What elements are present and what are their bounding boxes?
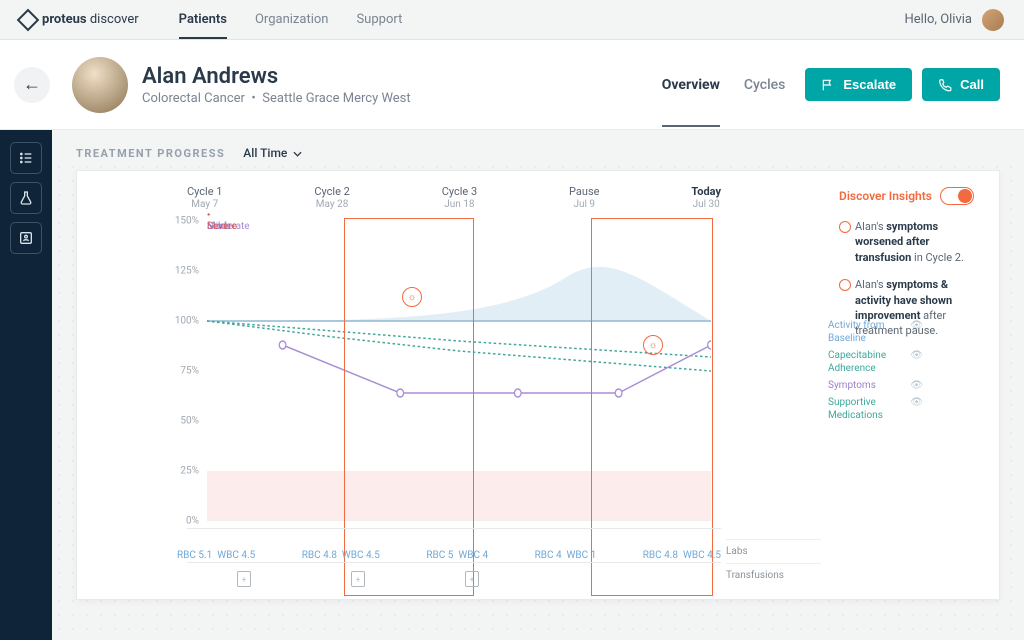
eye-icon[interactable]: 👁 (910, 349, 923, 362)
patient-title-block: Alan Andrews Colorectal Cancer • Seattle… (142, 64, 411, 106)
transfusion-row: + + + (237, 571, 681, 587)
labs-row: RBC 5.1 WBC 4.5 RBC 4.8 WBC 4.5 RBC 5 WB… (177, 550, 721, 561)
eye-icon[interactable]: 👁 (910, 379, 923, 392)
sidebar-item-labs[interactable] (10, 182, 42, 214)
escalate-button[interactable]: Escalate (805, 68, 912, 101)
header-actions: Escalate Call (805, 68, 1000, 101)
flag-icon (821, 78, 835, 92)
treatment-chart-card: Cycle 1May 7 Cycle 2May 28 Cycle 3Jun 18… (76, 170, 1000, 600)
insight-marker-icon[interactable]: ☼ (643, 335, 663, 355)
patient-avatar (72, 57, 128, 113)
chart-svg (207, 221, 711, 521)
insight-item: Alan's symptoms worsened after transfusi… (839, 219, 985, 265)
chart-area: Cycle 1May 7 Cycle 2May 28 Cycle 3Jun 18… (77, 171, 831, 599)
plot-region: 150% 125% 100% 75% 50% 25% 0% • None • M… (97, 221, 821, 521)
brand-logo: proteus discover (20, 12, 139, 28)
insights-title: Discover Insights (839, 189, 932, 203)
eye-icon[interactable]: 👁 (910, 396, 923, 409)
sidebar-item-imaging[interactable] (10, 222, 42, 254)
top-nav: Patients Organization Support (179, 0, 403, 39)
top-bar: proteus discover Patients Organization S… (0, 0, 1024, 40)
tab-overview[interactable]: Overview (662, 43, 720, 127)
nav-support[interactable]: Support (356, 0, 402, 39)
transfusion-badge-icon[interactable]: + (351, 571, 365, 587)
brand-word2: discover (90, 12, 139, 27)
sidebar-item-list[interactable] (10, 142, 42, 174)
section-title-text: TREATMENT PROGRESS (76, 147, 225, 160)
phone-icon (938, 78, 952, 92)
patient-name: Alan Andrews (142, 64, 411, 89)
cycle-label: PauseJul 9 (569, 185, 599, 210)
insight-item: Alan's symptoms & activity have shown im… (839, 277, 985, 339)
back-button[interactable]: ← (14, 67, 50, 103)
y-axis: 150% 125% 100% 75% 50% 25% 0% (173, 221, 203, 521)
cycle-label: Cycle 2May 28 (314, 185, 349, 210)
user-greeting: Hello, Olivia (905, 12, 972, 27)
left-sidebar (0, 130, 52, 640)
patient-meta: Colorectal Cancer • Seattle Grace Mercy … (142, 91, 411, 106)
call-button[interactable]: Call (922, 68, 1000, 101)
cycle-label: Cycle 3Jun 18 (442, 185, 477, 210)
user-avatar (982, 9, 1004, 31)
nav-patients[interactable]: Patients (179, 0, 227, 39)
brand-word1: proteus (42, 12, 87, 27)
insight-marker-icon[interactable]: ☼ (402, 287, 422, 307)
section-header: TREATMENT PROGRESS All Time (76, 146, 1000, 160)
time-filter[interactable]: All Time (243, 146, 302, 160)
tab-cycles[interactable]: Cycles (744, 43, 786, 127)
chevron-down-icon (293, 151, 302, 157)
transfusion-badge-icon[interactable]: + (465, 571, 479, 587)
cycle-label-today: TodayJul 30 (691, 185, 721, 210)
transfusion-badge-icon[interactable]: + (237, 571, 251, 587)
patient-header: ← Alan Andrews Colorectal Cancer • Seatt… (0, 40, 1024, 130)
nav-organization[interactable]: Organization (255, 0, 328, 39)
cycle-axis: Cycle 1May 7 Cycle 2May 28 Cycle 3Jun 18… (187, 185, 721, 210)
logo-icon (17, 8, 40, 31)
row-labels: Labs Transfusions (726, 539, 821, 587)
user-menu[interactable]: Hello, Olivia (905, 9, 1004, 31)
patient-tabs: Overview Cycles (662, 43, 786, 127)
cycle-label: Cycle 1May 7 (187, 185, 222, 210)
insights-toggle[interactable] (940, 187, 974, 205)
